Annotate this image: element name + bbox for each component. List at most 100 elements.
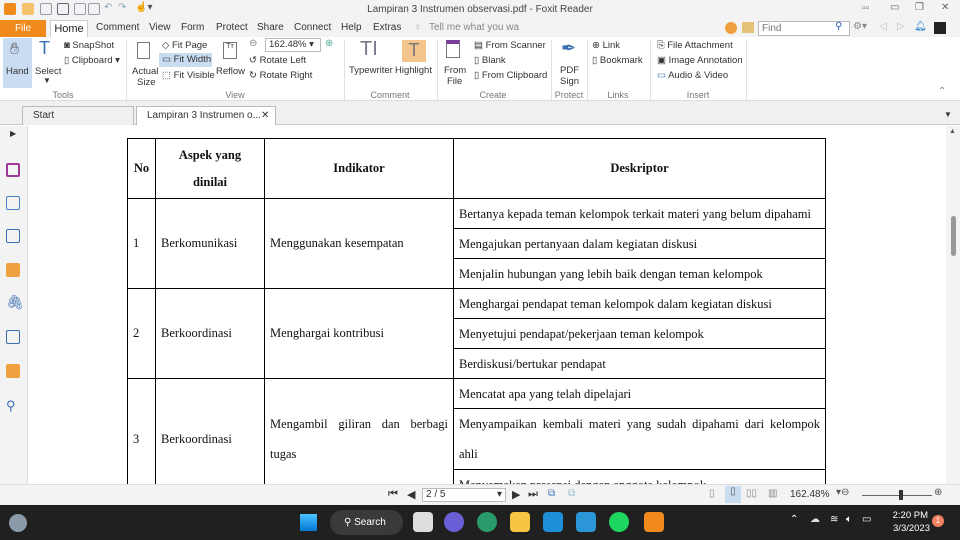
fit-width-button[interactable]: ▭ Fit Width (159, 53, 212, 67)
next-result-icon[interactable]: ▷ (897, 21, 905, 32)
task-view-icon[interactable] (413, 512, 433, 532)
menu-extras[interactable]: Extras (373, 22, 401, 33)
next-view-icon[interactable]: ⧉ (568, 488, 575, 499)
from-clipboard-button[interactable]: ▯ From Clipboard (474, 70, 547, 81)
show-hidden-icons[interactable]: ⌃ (790, 514, 798, 525)
rotate-right-button[interactable]: ↻ Rotate Right (249, 70, 312, 81)
pdf-sign-button[interactable]: ✒ PDF Sign (555, 38, 583, 88)
actual-size-button[interactable]: Actual Size (130, 40, 158, 88)
teams-icon[interactable] (444, 512, 464, 532)
l-app-icon[interactable] (576, 512, 596, 532)
menu-share[interactable]: Share (257, 22, 284, 33)
previous-page-icon[interactable]: ◀ (407, 488, 415, 501)
menu-help[interactable]: Help (341, 22, 362, 33)
clock-date[interactable]: 3/3/2023 (886, 523, 930, 534)
bookmarks-icon[interactable] (6, 229, 20, 243)
wifi-icon[interactable]: ≋ (830, 514, 838, 525)
pages-icon[interactable] (6, 163, 20, 177)
tab-list-icon[interactable]: ▼ (944, 110, 952, 119)
notification-badge[interactable]: 1 (932, 515, 944, 527)
zoom-in-icon[interactable]: ⊕ (325, 38, 333, 49)
from-file-button[interactable]: From File (442, 38, 468, 88)
maximize-button[interactable]: ❐ (915, 2, 924, 13)
fit-page-button[interactable]: ◇ Fit Page (162, 40, 207, 51)
search-pdf-icon[interactable]: ⚲ (6, 398, 16, 414)
search-icon[interactable]: ⚲ (835, 21, 842, 32)
zoom-dropdown-icon[interactable]: ▾⊖ (836, 487, 849, 498)
audio-video-button[interactable]: ▭ Audio & Video (657, 70, 728, 81)
previous-view-icon[interactable]: ⧉ (548, 488, 555, 499)
previous-result-icon[interactable]: ◁ (879, 21, 887, 32)
last-page-icon[interactable]: ⏭ (528, 488, 538, 501)
signatures-icon[interactable] (6, 330, 20, 344)
taskbar-search[interactable]: ⚲ Search (330, 510, 403, 535)
attachments-icon[interactable]: 🖇︎ (6, 294, 24, 311)
rotate-left-button[interactable]: ↺ Rotate Left (249, 55, 306, 66)
battery-icon[interactable]: ▭ (862, 514, 871, 525)
edge-icon[interactable] (477, 512, 497, 532)
close-tab-icon[interactable]: ✕ (261, 107, 269, 125)
page-number-input[interactable]: 2 / 5 ▾ (422, 488, 506, 502)
heart-icon[interactable] (725, 22, 737, 34)
file-attachment-button[interactable]: ⎘ File Attachment (657, 40, 733, 51)
next-page-icon[interactable]: ▶ (512, 488, 520, 501)
link-button[interactable]: ⊕ Link (592, 40, 620, 51)
zoom-slider[interactable] (862, 495, 932, 496)
reflow-button[interactable]: Tт Reflow (216, 40, 246, 86)
scroll-up-icon[interactable]: ▲ (949, 128, 956, 135)
continuous-page-icon[interactable]: ▯ (725, 486, 741, 503)
volume-icon[interactable]: 🔈︎ (846, 514, 852, 525)
blank-button[interactable]: ▯ Blank (474, 55, 506, 66)
single-page-icon[interactable]: ▯ (709, 488, 715, 499)
menu-home[interactable]: Home (50, 20, 88, 38)
tab-start[interactable]: Start (22, 106, 134, 125)
menu-file[interactable]: File (0, 20, 46, 37)
select-button[interactable]: T Select ▼ (34, 38, 62, 88)
clock-time[interactable]: 2:20 PM (892, 510, 928, 521)
comments-icon[interactable] (6, 263, 20, 277)
file-explorer-icon[interactable] (510, 512, 530, 532)
onedrive-icon[interactable]: ☁ (810, 514, 820, 525)
scrollbar-thumb[interactable] (951, 216, 956, 256)
first-page-icon[interactable]: ⏮ (388, 488, 398, 501)
hand-button[interactable]: ✋︎ Hand (3, 38, 32, 88)
mail-icon[interactable] (543, 512, 563, 532)
clipboard-button[interactable]: ▯ Clipboard ▾ (64, 55, 120, 66)
zoom-out-icon[interactable]: ⊖ (249, 38, 257, 49)
folder-search-icon[interactable] (742, 22, 754, 33)
bell-icon[interactable]: 🔔︎ (914, 21, 927, 32)
gear-icon[interactable]: ⚙▾ (853, 21, 867, 32)
menu-connect[interactable]: Connect (294, 22, 331, 33)
bookmark-button[interactable]: ▯ Bookmark (592, 55, 643, 66)
close-button[interactable]: ✕ (941, 2, 949, 13)
fit-visible-button[interactable]: ⬚ Fit Visible (162, 70, 215, 81)
zoom-select[interactable]: 162.48% ▾ (265, 38, 321, 52)
facing-icon[interactable]: ▯▯ (746, 488, 757, 499)
tab-document[interactable]: Lampiran 3 Instrumen o... ✕ (136, 106, 276, 125)
spotify-icon[interactable] (609, 512, 629, 532)
weather-icon[interactable] (9, 514, 27, 532)
collapse-ribbon-icon[interactable]: ⌃ (938, 86, 946, 97)
highlight-button[interactable]: T Highlight (395, 38, 435, 86)
foxit-taskbar-icon[interactable] (644, 512, 664, 532)
image-annotation-button[interactable]: ▣ Image Annotation (657, 55, 743, 66)
menu-view[interactable]: View (149, 22, 171, 33)
snapshot-button[interactable]: ◙ SnapShot (64, 40, 114, 51)
from-scanner-button[interactable]: ▤ From Scanner (474, 40, 546, 51)
menu-form[interactable]: Form (181, 22, 204, 33)
menu-protect[interactable]: Protect (216, 22, 248, 33)
tell-me-input[interactable]: Tell me what you wa (429, 22, 519, 33)
minimize-button[interactable]: ▭ (890, 2, 899, 13)
zoom-in-icon[interactable]: ⊕ (934, 487, 942, 498)
expand-panel-icon[interactable]: ▶ (10, 129, 16, 138)
layout-icon[interactable]: ▫▫ (862, 3, 869, 14)
start-icon[interactable] (300, 514, 317, 531)
zoom-slider-thumb[interactable] (899, 490, 903, 500)
avatar[interactable] (934, 22, 946, 34)
menu-comment[interactable]: Comment (96, 22, 139, 33)
layers-icon[interactable] (6, 196, 20, 210)
continuous-facing-icon[interactable]: ▥ (768, 488, 777, 499)
security-lock-icon[interactable] (6, 364, 20, 378)
typewriter-button[interactable]: TI Typewriter (348, 38, 393, 86)
vertical-scrollbar[interactable]: ▲ (946, 126, 960, 484)
